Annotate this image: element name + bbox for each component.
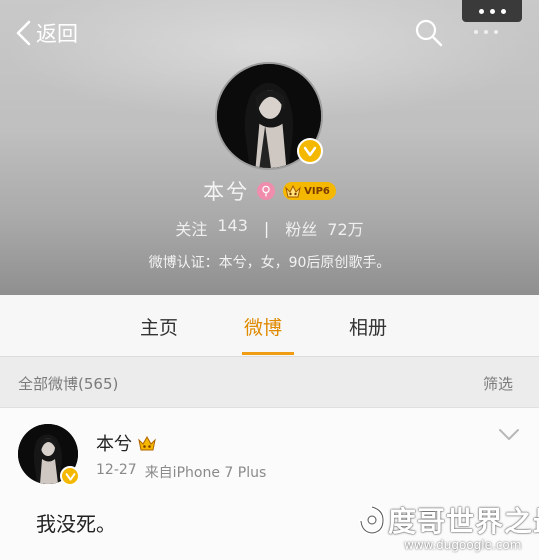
more-dots-icon	[478, 8, 484, 14]
profile-header: 返回 本兮 VIP6 关注 143 | 粉丝 72万 微博认证：本兮，女，90后…	[0, 0, 539, 295]
back-button[interactable]: 返回	[14, 18, 78, 48]
crown-icon	[285, 184, 301, 198]
site-watermark: 度哥世界之最 www.dugoogle.com	[350, 498, 539, 558]
search-button[interactable]	[414, 18, 444, 48]
profile-tabs: 主页 微博 相册	[0, 295, 539, 357]
watermark-logo-icon	[359, 505, 386, 536]
following-stat[interactable]: 关注 143	[175, 216, 248, 240]
profile-avatar[interactable]	[215, 62, 323, 170]
watermark-url: www.dugoogle.com	[404, 538, 522, 552]
post-meta: 12-27 来自iPhone 7 Plus	[96, 462, 266, 482]
more-dots-icon	[474, 30, 498, 34]
profile-name-row: 本兮 VIP6	[0, 176, 539, 206]
more-button[interactable]	[462, 0, 522, 22]
followers-count: 72万	[327, 220, 364, 239]
post-avatar[interactable]	[18, 424, 80, 486]
verified-v-icon	[65, 472, 75, 481]
verified-badge	[297, 138, 323, 164]
tab-album[interactable]: 相册	[349, 313, 387, 340]
post-source: 来自iPhone 7 Plus	[144, 465, 267, 481]
post-author-row: 本兮	[96, 430, 156, 456]
followers-label: 粉丝	[285, 220, 318, 239]
search-icon	[415, 19, 443, 47]
filter-button[interactable]: 筛选	[483, 373, 513, 394]
chevron-down-icon[interactable]	[498, 428, 520, 442]
followers-stat[interactable]: 粉丝 72万	[285, 216, 363, 240]
vip-badge[interactable]: VIP6	[283, 182, 336, 200]
feed-filter-bar: 全部微博(565) 筛选	[0, 357, 539, 407]
tab-home[interactable]: 主页	[140, 313, 178, 340]
following-label: 关注	[175, 220, 208, 239]
vip-level: VIP6	[304, 185, 330, 197]
post-date: 12-27	[96, 462, 137, 478]
vip-crown-icon[interactable]	[138, 435, 156, 451]
post-author-name[interactable]: 本兮	[96, 430, 132, 456]
watermark-title: 度哥世界之最	[388, 505, 539, 538]
verified-v-icon	[303, 146, 317, 157]
profile-name: 本兮	[203, 180, 250, 204]
post-content: 我没死。	[36, 512, 116, 536]
verified-badge	[60, 466, 80, 486]
chevron-left-icon	[16, 20, 31, 46]
back-label: 返回	[36, 22, 78, 46]
tab-weibo[interactable]: 微博	[244, 313, 282, 340]
verification-text: 微博认证：本兮，女，90后原创歌手。	[148, 255, 391, 271]
stats-separator: |	[263, 218, 270, 238]
profile-stats: 关注 143 | 粉丝 72万	[0, 216, 539, 240]
following-count: 143	[217, 216, 248, 235]
all-weibo-count[interactable]: 全部微博(565)	[18, 373, 118, 394]
female-icon	[257, 182, 276, 200]
active-tab-indicator	[242, 352, 294, 355]
